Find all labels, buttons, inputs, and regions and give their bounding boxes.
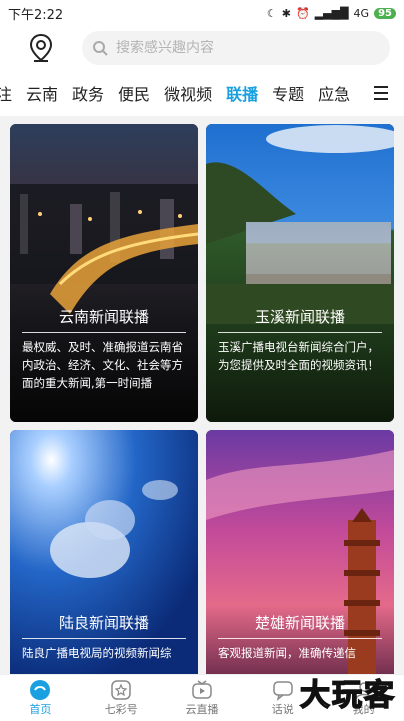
news-card-chuxiong[interactable]: 楚雄新闻联播 客观报道新闻，准确传递信	[206, 430, 394, 674]
card-description: 客观报道新闻，准确传递信	[218, 646, 356, 660]
location-icon[interactable]	[26, 33, 56, 63]
search-icon	[93, 41, 108, 56]
watermark-logo: 大玩客	[299, 677, 396, 714]
news-card-yunnan[interactable]: 云南新闻联播 最权威、及时、准确报道云南省内政治、经济、文化、社会等方面的重大新…	[10, 124, 198, 422]
chat-icon	[271, 679, 295, 701]
tab-weishipin[interactable]: 微视频	[164, 81, 212, 105]
nav-home[interactable]: 首页	[10, 679, 70, 717]
status-icons: ☾ ✱ ⏰ ▂▄▆█ 4G 95	[267, 7, 396, 20]
card-description: 陆良广播电视局的视频新闻综	[22, 646, 172, 660]
home-icon	[28, 679, 52, 701]
tab-yingji[interactable]: 应急	[318, 81, 350, 105]
signal-icon: ▂▄▆█	[314, 6, 349, 20]
card-divider	[22, 332, 186, 333]
news-card-yuxi[interactable]: 玉溪新闻联播 玉溪广播电视台新闻综合门户，为您提供及时全面的视频资讯！	[206, 124, 394, 422]
tv-icon	[190, 679, 214, 701]
card-divider	[218, 638, 382, 639]
nav-label: 云直播	[185, 703, 219, 716]
card-title: 玉溪新闻联播	[254, 308, 345, 326]
status-time: 下午2:22	[8, 7, 64, 23]
network-type: 4G	[353, 6, 370, 20]
alarm-icon: ⏰	[296, 6, 310, 20]
bluetooth-icon: ✱	[281, 6, 291, 20]
status-bar: 下午2:22 ☾ ✱ ⏰ ▂▄▆█ 4G 95	[0, 0, 404, 26]
tab-zhu[interactable]: 注	[0, 81, 12, 105]
nav-live[interactable]: 云直播	[172, 679, 232, 717]
nav-label: 话说	[271, 703, 294, 716]
card-description: 最权威、及时、准确报道云南省内政治、经济、文化、社会等方面的重大新闻,第一时间播	[22, 340, 183, 390]
news-card-luliang[interactable]: 陆良新闻联播 陆良广播电视局的视频新闻综	[10, 430, 198, 674]
nav-qicaihao[interactable]: 七彩号	[91, 679, 151, 717]
top-bar	[0, 26, 404, 70]
card-title: 楚雄新闻联播	[254, 614, 345, 632]
nav-label: 首页	[29, 703, 52, 716]
channel-tabs: 注 云南 政务 便民 微视频 联播 专题 应急	[0, 70, 404, 116]
card-title: 云南新闻联播	[58, 308, 149, 326]
search-box[interactable]	[82, 31, 390, 65]
card-description: 玉溪广播电视台新闻综合门户，为您提供及时全面的视频资讯！	[218, 340, 379, 372]
star-icon	[109, 679, 133, 701]
news-grid: 云南新闻联播 最权威、及时、准确报道云南省内政治、经济、文化、社会等方面的重大新…	[0, 124, 404, 674]
moon-icon: ☾	[266, 6, 277, 20]
tab-lianbo[interactable]: 联播	[226, 81, 258, 105]
card-divider	[22, 638, 186, 639]
tab-zhengwu[interactable]: 政务	[72, 81, 104, 105]
menu-icon[interactable]	[370, 80, 396, 106]
tab-yunnan[interactable]: 云南	[26, 81, 58, 105]
card-image-waterfall	[206, 124, 394, 422]
card-divider	[218, 332, 382, 333]
battery-icon: 95	[374, 7, 396, 19]
tab-zhuanti[interactable]: 专题	[272, 81, 304, 105]
card-title: 陆良新闻联播	[58, 614, 149, 632]
nav-label: 七彩号	[104, 703, 138, 716]
search-input[interactable]	[114, 39, 380, 57]
tab-bianmin[interactable]: 便民	[118, 81, 150, 105]
